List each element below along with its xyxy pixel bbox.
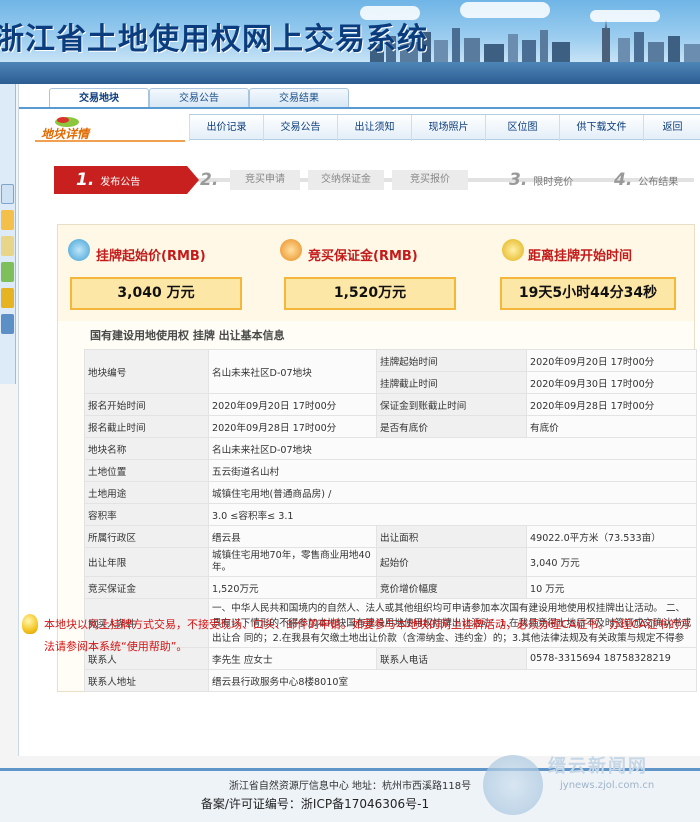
progress-steps: 1. 发布公告 2. 竞买申请 交纳保证金 竞买报价 3. 限时竞价 4. 公布结果 xyxy=(54,166,694,194)
nav-photos[interactable]: 现场照片 xyxy=(411,115,485,141)
price-icon xyxy=(68,239,90,261)
deposit-value: 1,520万元 xyxy=(284,277,456,310)
table-row: 竞买保证金 1,520万元 竞价增价幅度 10 万元 xyxy=(84,576,697,599)
countdown-value: 19天5小时44分34秒 xyxy=(500,277,676,310)
section-logo: 地块详情 xyxy=(33,114,185,144)
start-price-title: 挂牌起始价(RMB) xyxy=(96,249,206,264)
table-row: 报名开始时间 2020年09月20日 17时00分 保证金到账截止时间 2020… xyxy=(84,393,697,416)
step-publish: 1. 发布公告 xyxy=(54,166,187,194)
document-icon[interactable] xyxy=(1,236,14,256)
deposit-icon xyxy=(280,239,302,261)
nav-downloads[interactable]: 供下载文件 xyxy=(559,115,643,141)
info-title: 国有建设用地使用权 挂牌 出让基本信息 xyxy=(90,329,285,342)
table-row: 地块名称 名山未来社区D-07地块 xyxy=(84,437,697,460)
tools-icon[interactable] xyxy=(1,262,14,282)
step-quote: 竞买报价 xyxy=(392,170,468,190)
table-row: 土地位置 五云街道名山村 xyxy=(84,459,697,482)
step-timed-bid: 3. 限时竞价 xyxy=(509,170,574,190)
search-icon[interactable] xyxy=(1,184,14,204)
nav-location-map[interactable]: 区位图 xyxy=(485,115,559,141)
detail-nav: 出价记录 交易公告 出让须知 现场照片 区位图 供下载文件 返回 xyxy=(189,114,700,141)
table-row: 联系人地址 缙云县行政服务中心8楼8010室 xyxy=(84,669,697,692)
start-price-value: 3,040 万元 xyxy=(70,277,242,310)
tab-results[interactable]: 交易结果 xyxy=(249,88,349,108)
table-row: 容积率 3.0 ≤容积率≤ 3.1 xyxy=(84,503,697,526)
step-2: 2. xyxy=(200,170,219,190)
nav-bid-records[interactable]: 出价记录 xyxy=(189,115,263,141)
site-title: 浙江省土地使用权网上交易系统 xyxy=(0,22,428,57)
nav-back[interactable]: 返回 xyxy=(643,115,700,141)
step-result: 4. 公布结果 xyxy=(614,170,679,190)
table-row: 出让年限 城镇住宅用地70年，零售商业用地40年。 起始价 3,040 万元 xyxy=(84,547,697,577)
step-apply: 竞买申请 xyxy=(230,170,300,190)
deposit-title: 竞买保证金(RMB) xyxy=(308,249,418,264)
lightbulb-icon xyxy=(22,614,38,634)
help-icon[interactable] xyxy=(1,314,14,334)
ca-notice: 本地块以网上挂牌方式交易，不接受现场、口头、邮件的申请。如要参与本地块的网上挂牌… xyxy=(44,618,691,653)
step-deposit: 交纳保证金 xyxy=(308,170,384,190)
coins-icon[interactable] xyxy=(1,210,14,230)
table-row: 报名截止时间 2020年09月28日 17时00分 是否有底价 有底价 xyxy=(84,415,697,438)
nav-announcement[interactable]: 交易公告 xyxy=(263,115,337,141)
left-toolbar xyxy=(0,84,16,384)
tab-announcements[interactable]: 交易公告 xyxy=(149,88,249,108)
nav-notes[interactable]: 出让须知 xyxy=(337,115,411,141)
table-row: 土地用途 城镇住宅用地(普通商品房) / xyxy=(84,481,697,504)
header-banner: 浙江省土地使用权网上交易系统 xyxy=(0,0,700,84)
table-row: 地块编号 名山未来社区D-07地块 挂牌起始时间 2020年09月20日 17时… xyxy=(84,349,697,394)
bell-icon[interactable] xyxy=(1,288,14,308)
watermark-name: 缙云新闻网 xyxy=(548,756,648,777)
watermark-url: jynews.zjol.com.cn xyxy=(560,780,655,791)
clock-icon xyxy=(502,239,524,261)
watermark-logo xyxy=(483,755,543,815)
tab-parcels[interactable]: 交易地块 xyxy=(49,88,149,109)
countdown-title: 距离挂牌开始时间 xyxy=(528,249,633,264)
table-row: 所属行政区 缙云县 出让面积 49022.0平方米（73.533亩） xyxy=(84,525,697,548)
